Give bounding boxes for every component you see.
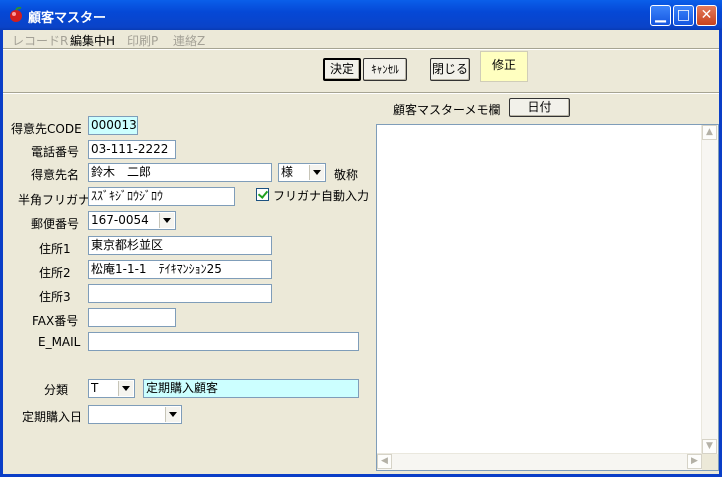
address1-label: 住所1: [39, 242, 71, 256]
close-window-button[interactable]: ✕: [696, 5, 717, 26]
toolbar-divider: [3, 92, 719, 94]
postal-value: 167-0054: [91, 213, 149, 227]
postal-select[interactable]: 167-0054: [88, 211, 176, 230]
cancel-button[interactable]: ｷｬﾝｾﾙ: [363, 58, 407, 81]
decide-button[interactable]: 決定: [323, 58, 361, 81]
email-field[interactable]: [88, 332, 359, 351]
close-icon: ✕: [700, 7, 713, 23]
honorific-select[interactable]: 様: [278, 163, 326, 182]
purchase-date-label: 定期購入日: [22, 410, 83, 424]
code-field[interactable]: 000013: [88, 116, 138, 135]
menu-bar: レコードR 編集中H 印刷P 連絡Z: [3, 30, 719, 48]
kana-auto-checkbox[interactable]: [256, 188, 269, 201]
menu-edit[interactable]: 編集中H: [70, 32, 115, 49]
minimize-icon: ▁: [655, 7, 666, 23]
fax-label: FAX番号: [32, 314, 79, 328]
window-title: 顧客マスター: [28, 11, 107, 26]
purchase-date-select[interactable]: [88, 405, 182, 424]
kana-auto-label: フリガナ自動入力: [273, 189, 370, 203]
title-bar[interactable]: 顧客マスター ▁ □ ✕: [0, 0, 722, 30]
phone-label: 電話番号: [31, 145, 80, 159]
customer-name-field[interactable]: 鈴木 二郎: [88, 163, 272, 182]
chevron-down-icon[interactable]: [309, 165, 324, 180]
category-code-select[interactable]: T: [88, 379, 135, 398]
scroll-down-icon[interactable]: ▼: [702, 439, 717, 454]
honorific-label: 敬称: [334, 168, 359, 182]
chevron-down-icon[interactable]: [159, 213, 174, 228]
honorific-value: 様: [281, 165, 294, 179]
phone-field[interactable]: 03-111-2222: [88, 140, 176, 159]
scroll-up-icon[interactable]: ▲: [702, 125, 717, 140]
memo-horizontal-scrollbar[interactable]: ◀ ▶: [377, 453, 702, 470]
mode-indicator: 修正: [480, 51, 528, 82]
address3-field[interactable]: [88, 284, 272, 303]
minimize-button[interactable]: ▁: [650, 5, 671, 26]
chevron-down-icon[interactable]: [165, 407, 180, 422]
memo-textarea[interactable]: ▲ ▼ ◀ ▶: [376, 124, 719, 471]
postal-label: 郵便番号: [31, 217, 80, 231]
email-label: E_MAIL: [38, 335, 81, 349]
category-code-value: T: [91, 381, 99, 395]
maximize-icon: □: [676, 7, 691, 23]
menu-contact[interactable]: 連絡Z: [173, 32, 205, 49]
address2-label: 住所2: [39, 266, 71, 280]
memo-label: 顧客マスターメモ欄: [393, 103, 501, 117]
scrollbar-corner: [702, 454, 718, 470]
name-label: 得意先名: [31, 168, 80, 182]
kana-field[interactable]: ｽｽﾞｷｼﾞﾛｳｼﾞﾛｳ: [88, 187, 235, 206]
app-icon: [10, 7, 22, 22]
chevron-down-icon[interactable]: [118, 381, 133, 396]
code-label: 得意先CODE: [11, 122, 82, 136]
memo-vertical-scrollbar[interactable]: ▲ ▼: [701, 125, 718, 454]
menu-divider: [3, 48, 719, 50]
close-button[interactable]: 閉じる: [430, 58, 470, 81]
menu-record[interactable]: レコードR: [12, 32, 68, 49]
scroll-right-icon[interactable]: ▶: [687, 454, 702, 469]
address1-field[interactable]: 東京都杉並区: [88, 236, 272, 255]
menu-print[interactable]: 印刷P: [127, 32, 158, 49]
maximize-button[interactable]: □: [673, 5, 694, 26]
customer-master-window: 顧客マスター ▁ □ ✕ レコードR 編集中H 印刷P 連絡Z 決定 ｷｬﾝｾﾙ…: [0, 0, 722, 477]
kana-label: 半角フリガナ: [18, 193, 91, 207]
scroll-left-icon[interactable]: ◀: [377, 454, 392, 469]
category-name-field: 定期購入顧客: [143, 379, 359, 398]
address2-field[interactable]: 松庵1-1-1 ﾃｲｷﾏﾝｼｮﾝ25: [88, 260, 272, 279]
address3-label: 住所3: [39, 290, 71, 304]
fax-field[interactable]: [88, 308, 176, 327]
category-label: 分類: [44, 383, 69, 397]
date-button[interactable]: 日付: [509, 98, 570, 117]
